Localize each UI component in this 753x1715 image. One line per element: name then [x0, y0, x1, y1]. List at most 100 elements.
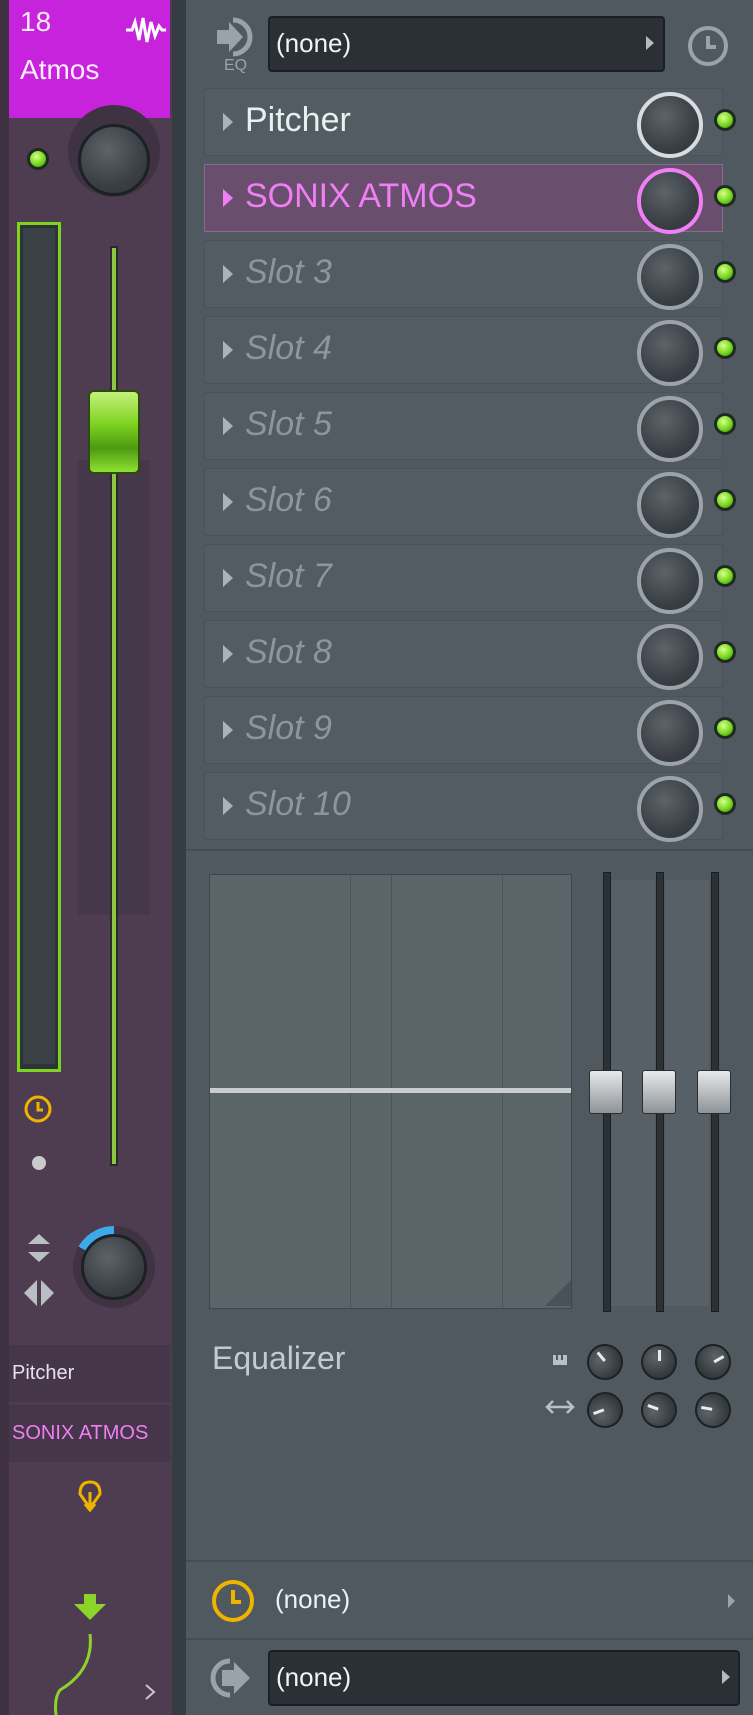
slot-enable-led[interactable]: [714, 337, 736, 359]
slot-mix-knob[interactable]: [637, 700, 703, 766]
expand-arrow-icon[interactable]: [223, 569, 233, 587]
record-dot[interactable]: [32, 1156, 46, 1170]
equalizer-label: Equalizer: [212, 1340, 346, 1376]
audio-output-icon[interactable]: [210, 1656, 258, 1700]
slot-row-pitcher[interactable]: Pitcher: [204, 88, 736, 158]
slot-row-5[interactable]: Slot 5: [204, 392, 736, 462]
slot-label: Slot 3: [245, 253, 332, 291]
track-name: Atmos: [20, 54, 100, 85]
track-mute-led[interactable]: [27, 148, 49, 170]
slot-label: Slot 6: [245, 481, 332, 519]
slot-row-6[interactable]: Slot 6: [204, 468, 736, 538]
waveform-icon[interactable]: [124, 14, 168, 46]
keyboard-icon[interactable]: [552, 1352, 568, 1368]
expand-arrow-icon[interactable]: [223, 645, 233, 663]
expand-arrow-icon[interactable]: [223, 721, 233, 739]
input-value: (none): [276, 28, 352, 58]
latency-clock-icon[interactable]: [210, 1578, 256, 1624]
slot-row-8[interactable]: Slot 8: [204, 620, 736, 690]
send-cable: [54, 1633, 92, 1715]
chevron-right-icon[interactable]: [142, 1682, 158, 1702]
slot-mix-knob[interactable]: [637, 92, 703, 158]
level-meter-track: [23, 228, 55, 1064]
slot-label: SONIX ATMOS: [245, 177, 477, 215]
eq-band-handle-mid[interactable]: [642, 1070, 676, 1114]
eq-response-curve: [210, 1088, 571, 1093]
level-meter: [17, 222, 61, 1072]
expand-arrow-icon[interactable]: [223, 113, 233, 131]
track-number: 18: [20, 6, 52, 37]
strip-plugin-label: Pitcher: [12, 1362, 75, 1384]
slot-mix-knob[interactable]: [637, 320, 703, 386]
slot-mix-knob[interactable]: [637, 396, 703, 462]
input-select-arrow-icon: [646, 36, 654, 50]
clock-icon[interactable]: [22, 1093, 54, 1125]
expand-arrow-icon[interactable]: [223, 493, 233, 511]
expand-arrow-icon[interactable]: [223, 265, 233, 283]
slot-row-4[interactable]: Slot 4: [204, 316, 736, 386]
expand-arrow-icon[interactable]: [223, 797, 233, 815]
slot-label: Slot 9: [245, 709, 332, 747]
expand-arrow-icon[interactable]: [223, 417, 233, 435]
audio-input-icon[interactable]: [215, 16, 257, 58]
slot-row-9[interactable]: Slot 9: [204, 696, 736, 766]
slot-row-7[interactable]: Slot 7: [204, 544, 736, 614]
slot-enable-led[interactable]: [714, 261, 736, 283]
slot-label: Slot 10: [245, 785, 351, 823]
slot-enable-led[interactable]: [714, 793, 736, 815]
history-clock-icon[interactable]: [686, 24, 730, 68]
volume-fader-handle[interactable]: [88, 390, 140, 474]
output-value: (none): [276, 1662, 352, 1692]
swap-arrows-icon[interactable]: [26, 1232, 52, 1264]
time-select-arrow-icon[interactable]: [728, 1594, 735, 1608]
slot-mix-knob[interactable]: [637, 776, 703, 842]
slot-enable-led[interactable]: [714, 717, 736, 739]
expand-arrow-icon[interactable]: [223, 341, 233, 359]
volume-fader-track: [110, 246, 118, 1166]
strip-plugin-item[interactable]: Pitcher: [9, 1345, 170, 1402]
slot-label: Pitcher: [245, 101, 351, 139]
slot-label: Slot 4: [245, 329, 332, 367]
bandwidth-arrows-icon[interactable]: [545, 1398, 575, 1416]
eq-frequency-knob-mid[interactable]: [641, 1344, 677, 1380]
output-select[interactable]: (none): [268, 1650, 740, 1706]
slot-row-sonix-atmos[interactable]: SONIX ATMOS: [204, 164, 736, 234]
track-header[interactable]: 18 Atmos: [9, 0, 170, 118]
panel-divider: [186, 1560, 753, 1562]
strip-plugin-item[interactable]: SONIX ATMOS: [9, 1405, 170, 1462]
slot-mix-knob[interactable]: [637, 548, 703, 614]
strip-border: [0, 0, 9, 1715]
eq-band-handle-high[interactable]: [697, 1070, 731, 1114]
panel-divider: [186, 1638, 753, 1640]
slot-row-10[interactable]: Slot 10: [204, 772, 736, 842]
slot-enable-led[interactable]: [714, 413, 736, 435]
slot-mix-knob[interactable]: [637, 244, 703, 310]
link-plug-icon[interactable]: [76, 1478, 104, 1518]
time-value[interactable]: (none): [275, 1584, 350, 1615]
pan-knob[interactable]: [78, 124, 150, 196]
strip-plugin-label: SONIX ATMOS: [12, 1422, 149, 1444]
slot-enable-led[interactable]: [714, 565, 736, 587]
panel-divider: [186, 849, 753, 851]
slot-label: Slot 5: [245, 405, 332, 443]
eq-band-handle-low[interactable]: [589, 1070, 623, 1114]
slot-mix-knob[interactable]: [637, 168, 703, 234]
expand-arrow-icon[interactable]: [223, 189, 233, 207]
eq-graph[interactable]: [209, 874, 572, 1309]
slot-label: Slot 8: [245, 633, 332, 671]
eq-label: EQ: [224, 57, 248, 74]
slot-mix-knob[interactable]: [637, 624, 703, 690]
slot-mix-knob[interactable]: [637, 472, 703, 538]
stereo-separation-knob[interactable]: [81, 1234, 147, 1300]
slot-row-3[interactable]: Slot 3: [204, 240, 736, 310]
slot-enable-led[interactable]: [714, 109, 736, 131]
resize-grip-icon[interactable]: [545, 1280, 571, 1306]
stereo-separation-icon[interactable]: [22, 1278, 56, 1308]
route-arrow-down-icon[interactable]: [72, 1592, 108, 1622]
slot-label: Slot 7: [245, 557, 332, 595]
input-select[interactable]: (none): [268, 16, 665, 72]
slot-enable-led[interactable]: [714, 185, 736, 207]
slot-enable-led[interactable]: [714, 641, 736, 663]
slot-enable-led[interactable]: [714, 489, 736, 511]
strip-divider: [172, 0, 186, 1715]
